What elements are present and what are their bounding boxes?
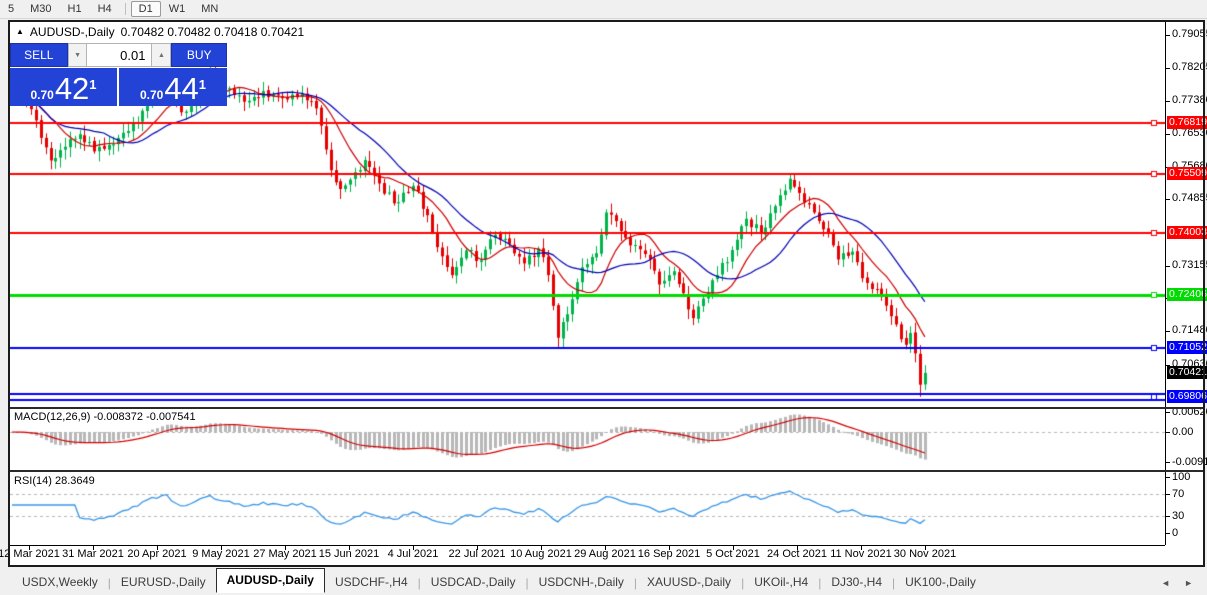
rsi-axis-tick	[1166, 477, 1170, 478]
chart-tab-bar: USDX,Weekly|EURUSD-,DailyAUDUSD-,DailyUS…	[0, 567, 1207, 595]
rsi-indicator-canvas[interactable]	[10, 472, 1165, 545]
chart-tab-ukoil-h4[interactable]: UKOil-,H4	[744, 572, 818, 592]
chart-tab-uk100-daily[interactable]: UK100-,Daily	[895, 572, 986, 592]
date-label: 5 Oct 2021	[706, 548, 760, 560]
macd-axis-tick	[1166, 462, 1170, 463]
macd-label: MACD(12,26,9) -0.008372 -0.007541	[14, 411, 196, 423]
rsi-axis-label: 100	[1172, 471, 1190, 483]
rsi-axis-label: 30	[1172, 510, 1184, 522]
chevron-down-icon: ▼	[74, 52, 81, 59]
rsi-pane-separator[interactable]	[10, 470, 1205, 472]
date-label: 9 May 2021	[192, 548, 249, 560]
metatrader-app: 5M30H1H4 D1W1MN ▲ AUDUSD-,Daily 0.70482 0…	[0, 0, 1207, 595]
level-price-label: 0.71052	[1167, 341, 1207, 354]
chart-tab-dj30-h4[interactable]: DJ30-,H4	[821, 572, 892, 592]
volume-decrease-button[interactable]: ▼	[68, 43, 88, 67]
tab-scroll-right-icon[interactable]: ►	[1184, 579, 1193, 588]
chart-tab-eurusd-daily[interactable]: EURUSD-,Daily	[111, 572, 216, 592]
date-label: 31 Mar 2021	[62, 548, 124, 560]
price-axis-tick	[1166, 68, 1170, 69]
rsi-axis-label: 0	[1172, 527, 1178, 539]
price-axis-tick	[1166, 199, 1170, 200]
level-price-label: 0.76819	[1167, 116, 1207, 129]
rsi-label: RSI(14) 28.3649	[14, 475, 95, 487]
price-axis-label: 0.77380	[1172, 94, 1207, 106]
price-axis-label: 0.71480	[1172, 324, 1207, 336]
sell-price-display[interactable]: 0.70421	[10, 68, 117, 106]
date-label: 11 Nov 2021	[830, 548, 892, 560]
level-price-label: 0.75509	[1167, 167, 1207, 180]
chart-title-row: ▲ AUDUSD-,Daily 0.70482 0.70482 0.70418 …	[16, 25, 304, 39]
sell-price-big: 42	[55, 73, 89, 104]
macd-axis-label: 0.00	[1172, 426, 1193, 438]
chart-tab-usdx-weekly[interactable]: USDX,Weekly	[12, 572, 108, 592]
chart-tab-usdchf-h4[interactable]: USDCHF-,H4	[325, 572, 418, 592]
collapse-icon[interactable]: ▲	[16, 27, 24, 37]
timeframe-button-5[interactable]: 5	[0, 1, 22, 17]
date-label: 10 Aug 2021	[510, 548, 572, 560]
date-label: 30 Nov 2021	[894, 548, 956, 560]
price-axis-tick	[1166, 101, 1170, 102]
chevron-up-icon: ▲	[158, 52, 165, 59]
price-axis-label: 0.79055	[1172, 28, 1207, 40]
date-label: 12 Mar 2021	[0, 548, 60, 560]
price-axis-label: 0.73155	[1172, 259, 1207, 271]
tab-scroll-left-icon[interactable]: ◄	[1161, 579, 1170, 588]
level-price-label: 0.74003	[1167, 226, 1207, 239]
price-axis-tick	[1166, 266, 1170, 267]
macd-axis-label: -0.009197	[1172, 456, 1207, 468]
timeframe-toolbar: 5M30H1H4 D1W1MN	[0, 0, 1207, 19]
volume-input[interactable]	[87, 43, 151, 67]
sell-price-prefix: 0.70	[30, 86, 53, 104]
date-label: 22 Jul 2021	[449, 548, 506, 560]
price-axis-label: 0.74855	[1172, 192, 1207, 204]
chart-symbol-label: AUDUSD-,Daily	[30, 25, 115, 39]
timeframe-button-d1[interactable]: D1	[131, 1, 161, 17]
macd-axis-tick	[1166, 432, 1170, 433]
date-label: 20 Apr 2021	[127, 548, 186, 560]
timeframe-button-m30[interactable]: M30	[22, 1, 59, 17]
buy-button[interactable]: BUY	[171, 43, 227, 67]
date-label: 29 Aug 2021	[574, 548, 636, 560]
toolbar-separator	[125, 3, 126, 15]
date-label: 16 Sep 2021	[638, 548, 700, 560]
current-price-label: 0.70421	[1167, 366, 1207, 379]
one-click-trading-panel: SELL ▼ ▲ BUY 0.70421 0.70441	[10, 43, 227, 106]
date-label: 27 May 2021	[253, 548, 317, 560]
rsi-axis-tick	[1166, 533, 1170, 534]
price-axis-tick	[1166, 35, 1170, 36]
chart-tab-usdcad-daily[interactable]: USDCAD-,Daily	[421, 572, 526, 592]
timeframe-button-h1[interactable]: H1	[60, 1, 90, 17]
rsi-axis-tick	[1166, 516, 1170, 517]
chart-tab-xauusd-daily[interactable]: XAUUSD-,Daily	[637, 572, 741, 592]
buy-price-prefix: 0.70	[140, 86, 163, 104]
timeframe-button-h4[interactable]: H4	[90, 1, 120, 17]
price-axis-label: 0.78205	[1172, 61, 1207, 73]
date-label: 15 Jun 2021	[319, 548, 380, 560]
macd-axis-tick	[1166, 412, 1170, 413]
level-price-label: 0.72406	[1167, 288, 1207, 301]
rsi-axis-label: 70	[1172, 488, 1184, 500]
sell-price-sup: 1	[89, 70, 96, 100]
date-label: 24 Oct 2021	[767, 548, 827, 560]
chart-tab-audusd-daily[interactable]: AUDUSD-,Daily	[216, 568, 325, 593]
sell-button[interactable]: SELL	[10, 43, 68, 67]
level-price-label: 0.69806	[1167, 390, 1207, 403]
rsi-axis-tick	[1166, 494, 1170, 495]
buy-price-big: 44	[164, 73, 198, 104]
buy-price-display[interactable]: 0.70441	[119, 68, 227, 106]
chart-tab-usdcnh-daily[interactable]: USDCNH-,Daily	[529, 572, 634, 592]
ohlc-values: 0.70482 0.70482 0.70418 0.70421	[121, 25, 305, 39]
time-axis-line	[10, 545, 1165, 546]
price-axis-tick	[1166, 331, 1170, 332]
timeframe-button-w1[interactable]: W1	[161, 1, 194, 17]
timeframe-button-mn[interactable]: MN	[193, 1, 226, 17]
price-axis-tick	[1166, 134, 1170, 135]
volume-increase-button[interactable]: ▲	[151, 43, 171, 67]
date-label: 4 Jul 2021	[388, 548, 439, 560]
buy-price-sup: 1	[199, 70, 206, 100]
tab-scroll-arrows: ◄ ►	[1161, 579, 1193, 588]
macd-pane-separator[interactable]	[10, 407, 1205, 409]
